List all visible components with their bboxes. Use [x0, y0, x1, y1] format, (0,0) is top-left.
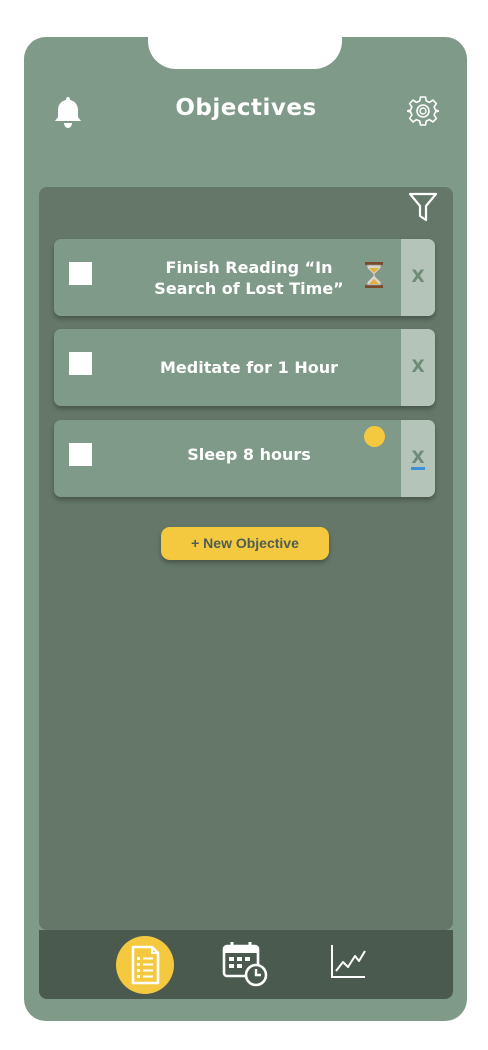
delete-button[interactable]: X — [401, 239, 435, 316]
objectives-panel: Finish Reading “In Search of Lost Time” … — [39, 187, 453, 930]
objective-checkbox[interactable] — [69, 262, 92, 285]
objective-card[interactable]: Meditate for 1 Hour X — [54, 329, 435, 406]
objective-card[interactable]: Sleep 8 hours X — [54, 420, 435, 497]
objective-label: Sleep 8 hours — [187, 445, 311, 464]
objective-checkbox[interactable] — [69, 352, 92, 375]
notch — [148, 33, 342, 69]
objective-label: Meditate for 1 Hour — [159, 358, 338, 377]
bottom-nav — [39, 930, 453, 999]
gear-icon[interactable] — [407, 95, 439, 127]
line-chart-icon[interactable] — [329, 942, 367, 980]
nav-item-objectives[interactable] — [116, 936, 174, 994]
calendar-clock-icon[interactable] — [221, 940, 271, 990]
delete-button[interactable]: X — [401, 329, 435, 406]
document-list-icon — [131, 945, 160, 985]
delete-label: X — [411, 448, 425, 470]
objective-card[interactable]: Finish Reading “In Search of Lost Time” … — [54, 239, 435, 316]
filter-icon[interactable] — [408, 191, 438, 223]
new-objective-button[interactable]: + New Objective — [161, 527, 329, 560]
status-dot — [364, 426, 385, 447]
phone-frame: Objectives Finish Reading “In Search of … — [24, 33, 467, 1021]
hourglass-icon — [365, 262, 383, 288]
objective-label-line: Search of Lost Time” — [154, 279, 344, 298]
delete-button[interactable]: X — [401, 420, 435, 497]
bell-icon[interactable] — [52, 95, 84, 129]
objective-checkbox[interactable] — [69, 443, 92, 466]
page-title: Objectives — [175, 95, 317, 121]
objective-label-line: Finish Reading “In — [165, 258, 333, 277]
objective-label: Finish Reading “In Search of Lost Time” — [144, 257, 354, 299]
